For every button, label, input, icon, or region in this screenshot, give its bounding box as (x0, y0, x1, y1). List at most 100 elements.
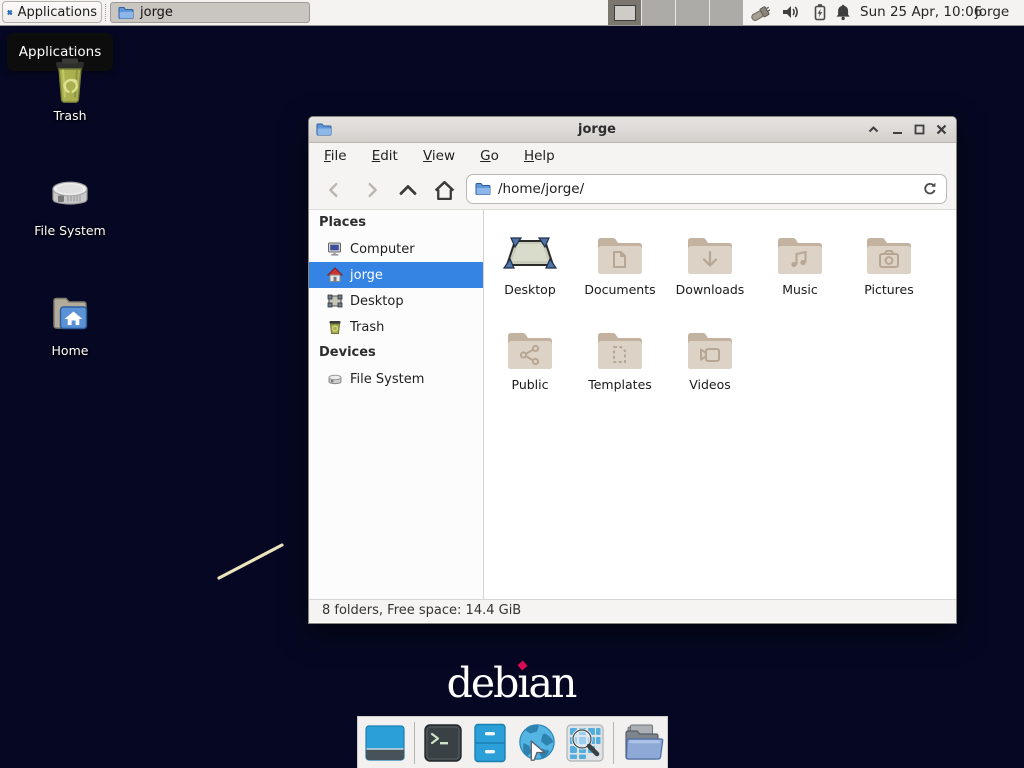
menubar: File Edit View Go Help (309, 143, 956, 169)
chevron-up-icon (396, 178, 420, 202)
folder-item-downloads[interactable]: Downloads (665, 232, 755, 298)
terminal-launcher[interactable] (423, 722, 464, 764)
folder-item-music[interactable]: Music (755, 232, 845, 298)
taskbar-window-label: jorge (140, 5, 173, 20)
folder-item-desktop[interactable]: Desktop (485, 232, 575, 298)
desktop-pad-icon (502, 232, 558, 280)
home-icon (327, 267, 343, 283)
menu-edit[interactable]: Edit (363, 143, 407, 169)
folder-label: Music (755, 282, 845, 298)
sidebar-item-filesystem[interactable]: File System (309, 366, 483, 392)
sidebar-item-trash[interactable]: Trash (309, 314, 483, 340)
back-button[interactable] (321, 177, 347, 203)
folder-item-documents[interactable]: Documents (575, 232, 665, 298)
folder-item-templates[interactable]: Templates (575, 327, 665, 393)
documents-folder-icon (596, 232, 644, 280)
applications-menu-label: Applications (18, 5, 97, 20)
sidebar-header-devices: Devices (309, 340, 483, 366)
close-button[interactable] (933, 121, 950, 138)
forward-button[interactable] (359, 177, 385, 203)
reload-icon[interactable] (922, 181, 938, 197)
statusbar: 8 folders, Free space: 14.4 GiB (309, 599, 956, 622)
dock-separator (414, 722, 415, 764)
desktop-icon-trash[interactable]: Trash (22, 55, 118, 123)
minimize-button[interactable] (889, 121, 906, 138)
show-desktop-icon (365, 723, 405, 763)
sidebar-item-label: Trash (350, 320, 384, 335)
menu-go[interactable]: Go (471, 143, 508, 169)
volume-icon[interactable] (781, 3, 801, 23)
close-icon (935, 123, 948, 136)
workspace-window-preview (614, 5, 636, 21)
workspace-4[interactable] (709, 0, 743, 25)
desktop-screen: Applications jorge (0, 0, 1024, 768)
sidebar-item-label: Computer (350, 242, 415, 257)
folder-item-videos[interactable]: Videos (665, 327, 755, 393)
folder-item-public[interactable]: Public (485, 327, 575, 393)
folder-icon (475, 182, 491, 196)
dock-separator (613, 722, 614, 764)
desktop-icon (327, 293, 343, 309)
file-cabinet-launcher[interactable] (470, 722, 511, 764)
sidebar-item-jorge[interactable]: jorge (309, 262, 483, 288)
brand-text: deb (447, 659, 518, 707)
show-desktop-button[interactable] (365, 722, 406, 764)
folder-label: Downloads (665, 282, 755, 298)
battery-charging-icon[interactable] (810, 3, 830, 23)
plug-icon[interactable] (750, 3, 770, 23)
desktop-icon-home[interactable]: Home (22, 290, 118, 358)
up-button[interactable] (395, 177, 421, 203)
workspace-2[interactable] (641, 0, 675, 25)
panel-clock[interactable]: Sun 25 Apr, 10:06 (860, 0, 982, 25)
menu-file[interactable]: File (315, 143, 356, 169)
sidebar-item-desktop[interactable]: Desktop (309, 288, 483, 314)
workspace-switcher[interactable] (608, 0, 743, 25)
videos-folder-icon (686, 327, 734, 375)
menu-view[interactable]: View (414, 143, 464, 169)
desktop-icon-label: Home (22, 343, 118, 358)
web-browser-launcher[interactable] (516, 722, 558, 764)
sidebar-header-places: Places (309, 210, 483, 236)
desktop-icon-label: Trash (22, 108, 118, 123)
chevron-up-icon (867, 123, 880, 136)
panel-username[interactable]: jorge (975, 0, 1009, 25)
desktop-icon-label: File System (22, 223, 118, 238)
path-entry[interactable]: /home/jorge/ (466, 174, 947, 204)
folder-icon (118, 6, 134, 20)
drive-icon (327, 371, 343, 387)
trash-icon (327, 319, 343, 335)
workspace-3[interactable] (675, 0, 709, 25)
file-manager-launcher[interactable] (622, 722, 664, 764)
minimize-icon (891, 123, 904, 136)
chevron-left-icon (323, 179, 345, 201)
applications-menu-button[interactable]: Applications (2, 1, 102, 23)
taskbar-window-button[interactable]: jorge (110, 2, 310, 23)
trash-icon (46, 55, 94, 103)
templates-folder-icon (596, 327, 644, 375)
menu-help[interactable]: Help (515, 143, 564, 169)
maximize-button[interactable] (911, 121, 928, 138)
xfce-menu-icon (7, 4, 13, 21)
maximize-icon (913, 123, 926, 136)
desktop-icon-filesystem[interactable]: File System (22, 170, 118, 238)
bell-icon[interactable] (833, 3, 853, 23)
folder-label: Videos (665, 377, 755, 393)
app-finder-launcher[interactable] (564, 722, 605, 764)
sidebar-item-computer[interactable]: Computer (309, 236, 483, 262)
home-button[interactable] (431, 177, 457, 203)
folder-label: Pictures (844, 282, 934, 298)
window-titlebar[interactable]: jorge (309, 117, 956, 143)
workspace-1[interactable] (608, 0, 641, 25)
folder-view[interactable]: Desktop Documents Down (484, 210, 956, 599)
top-panel: Applications jorge (0, 0, 1024, 26)
folder-item-pictures[interactable]: Pictures (844, 232, 934, 298)
file-cabinet-icon (471, 723, 509, 763)
panel-handle[interactable] (105, 4, 109, 21)
folder-label: Templates (575, 377, 665, 393)
shade-button[interactable] (865, 121, 882, 138)
pictures-folder-icon (865, 232, 913, 280)
app-finder-icon (565, 723, 605, 763)
drive-icon (46, 170, 94, 218)
debian-logo: debıan (426, 659, 596, 707)
statusbar-text: 8 folders, Free space: 14.4 GiB (322, 603, 521, 618)
